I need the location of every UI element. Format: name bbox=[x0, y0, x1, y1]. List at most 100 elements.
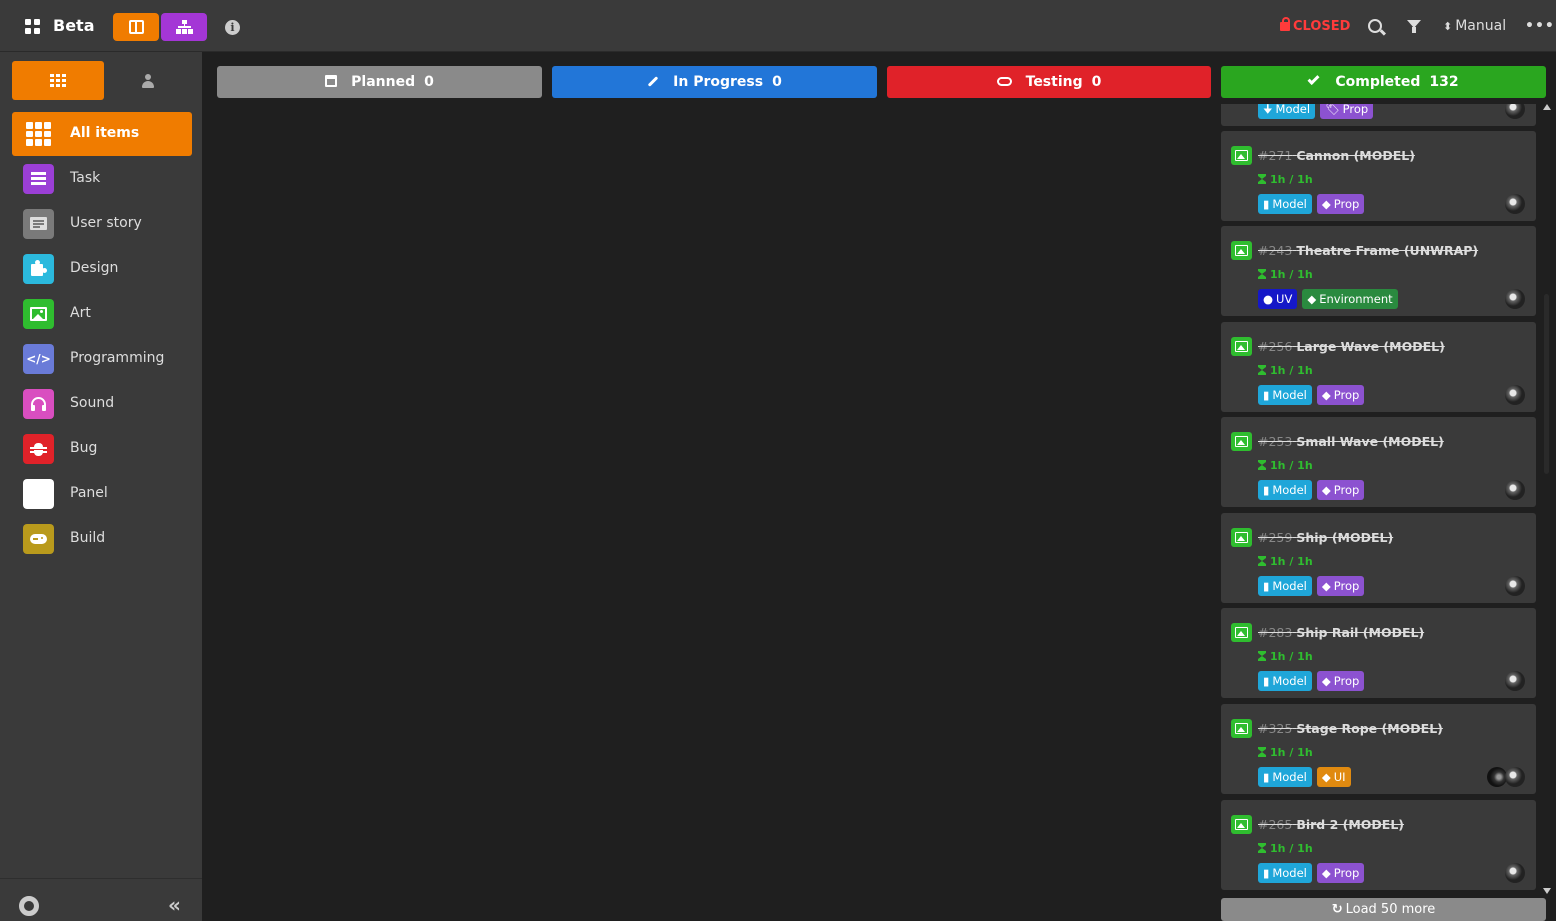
sort-dropdown[interactable]: ⬍ Manual bbox=[1443, 18, 1506, 34]
sidebar-item-label: All items bbox=[70, 125, 140, 141]
tag-prop[interactable]: ◆ Prop bbox=[1316, 480, 1365, 500]
sidebar-item-programming[interactable]: </> Programming bbox=[12, 337, 192, 381]
sidebar-item-label: Sound bbox=[70, 395, 115, 411]
tag-prop[interactable]: ◆ Prop bbox=[1316, 863, 1365, 883]
collapse-sidebar-icon[interactable]: « bbox=[168, 893, 181, 917]
column-header-planned[interactable]: Planned 0 bbox=[217, 66, 542, 98]
card-title[interactable]: #243 Theatre Frame (UNWRAP) bbox=[1258, 243, 1478, 258]
avatar[interactable] bbox=[1505, 576, 1525, 596]
avatar[interactable] bbox=[1505, 289, 1525, 309]
sidebar-item-design[interactable]: Design bbox=[12, 247, 192, 291]
avatar[interactable] bbox=[1487, 767, 1507, 787]
sidebar-item-label: Bug bbox=[70, 440, 98, 456]
tag-model[interactable]: ▮ Model bbox=[1258, 767, 1312, 787]
sidebar-item-task[interactable]: Task bbox=[12, 157, 192, 201]
column-header-testing[interactable]: Testing 0 bbox=[887, 66, 1211, 98]
tag-prop[interactable]: ◆ Prop bbox=[1316, 385, 1365, 405]
user-story-icon bbox=[23, 209, 54, 239]
time-label: 1h / 1h bbox=[1270, 842, 1313, 855]
card-title[interactable]: #256 Large Wave (MODEL) bbox=[1258, 339, 1445, 354]
all-items-tab[interactable] bbox=[12, 61, 104, 100]
tag-model[interactable]: ▮ Model bbox=[1258, 576, 1312, 596]
card-title[interactable]: #325 Stage Rope (MODEL) bbox=[1258, 721, 1443, 736]
column-scrollbar[interactable] bbox=[1542, 104, 1551, 894]
scrollbar-thumb[interactable] bbox=[1544, 294, 1549, 474]
load-more-button[interactable]: ↻ Load 50 more bbox=[1221, 898, 1546, 921]
task-card[interactable]: 🠋 Model 🏷 Prop bbox=[1221, 104, 1536, 126]
scroll-up-icon[interactable] bbox=[1543, 104, 1551, 110]
tag-ui[interactable]: ◆ UI bbox=[1316, 767, 1351, 787]
task-card[interactable]: #253 Small Wave (MODEL) 1h / 1h ▮ Model ◆ P… bbox=[1221, 417, 1536, 507]
tag-model[interactable]: ▮ Model bbox=[1258, 480, 1312, 500]
hourglass-icon bbox=[1258, 269, 1266, 279]
card-tags: ▮ Model ◆ Prop bbox=[1258, 671, 1369, 691]
sidebar-item-sound[interactable]: Sound bbox=[12, 382, 192, 426]
tag-prop[interactable]: ◆ Prop bbox=[1316, 576, 1365, 596]
board-title[interactable]: Beta bbox=[53, 16, 95, 35]
tag-model[interactable]: ▮ Model bbox=[1258, 863, 1312, 883]
art-icon bbox=[1231, 337, 1252, 356]
tag-model[interactable]: ▮ Model bbox=[1258, 671, 1312, 691]
card-title[interactable]: #259 Ship (MODEL) bbox=[1258, 530, 1393, 545]
avatar[interactable] bbox=[1505, 863, 1525, 883]
tag-environment[interactable]: ◆ Environment bbox=[1302, 289, 1398, 309]
task-card[interactable]: #243 Theatre Frame (UNWRAP) 1h / 1h ● UV ◆… bbox=[1221, 226, 1536, 316]
my-items-tab[interactable] bbox=[104, 61, 192, 100]
lock-icon bbox=[1280, 17, 1290, 31]
task-card[interactable]: #265 Bird 2 (MODEL) 1h / 1h ▮ Model ◆ Prop bbox=[1221, 800, 1536, 890]
sidebar-item-build[interactable]: Build bbox=[12, 517, 192, 561]
card-title[interactable]: #265 Bird 2 (MODEL) bbox=[1258, 817, 1404, 832]
column-label: Testing bbox=[1025, 74, 1083, 90]
avatar[interactable] bbox=[1505, 194, 1525, 214]
sidebar-item-bug[interactable]: Bug bbox=[12, 427, 192, 471]
closed-status[interactable]: CLOSED bbox=[1280, 17, 1350, 34]
scroll-down-icon[interactable] bbox=[1543, 888, 1551, 894]
task-card[interactable]: #325 Stage Rope (MODEL) 1h / 1h ▮ Model ◆ U… bbox=[1221, 704, 1536, 794]
panel-icon bbox=[23, 479, 54, 509]
time-label: 1h / 1h bbox=[1270, 268, 1313, 281]
task-card[interactable]: #256 Large Wave (MODEL) 1h / 1h ▮ Model ◆ P… bbox=[1221, 322, 1536, 412]
tag-prop[interactable]: ◆ Prop bbox=[1316, 671, 1365, 691]
tag-model[interactable]: 🠋 Model bbox=[1258, 104, 1316, 119]
avatar[interactable] bbox=[1505, 671, 1525, 691]
avatar[interactable] bbox=[1505, 104, 1525, 119]
columns-icon bbox=[129, 20, 144, 34]
card-title[interactable]: #253 Small Wave (MODEL) bbox=[1258, 434, 1444, 449]
task-card[interactable]: #259 Ship (MODEL) 1h / 1h ▮ Model ◆ Prop bbox=[1221, 513, 1536, 603]
card-title[interactable]: #271 Cannon (MODEL) bbox=[1258, 148, 1415, 163]
info-icon[interactable]: i bbox=[225, 20, 240, 35]
avatar[interactable] bbox=[1505, 480, 1525, 500]
avatar[interactable] bbox=[1505, 767, 1525, 787]
filter-icon[interactable] bbox=[1407, 20, 1421, 33]
hourglass-icon bbox=[1258, 365, 1266, 375]
card-name: Bird 2 (MODEL) bbox=[1296, 817, 1405, 832]
avatar[interactable] bbox=[1505, 385, 1525, 405]
tag-model[interactable]: ▮ Model bbox=[1258, 194, 1312, 214]
sidebar-item-art[interactable]: Art bbox=[12, 292, 192, 336]
sidebar-item-label: Build bbox=[70, 530, 106, 546]
art-icon bbox=[1231, 432, 1252, 451]
tag-label: Model bbox=[1272, 866, 1307, 880]
column-header-in-progress[interactable]: In Progress 0 bbox=[552, 66, 877, 98]
sidebar-item-all-items[interactable]: All items bbox=[12, 112, 192, 156]
column-header-completed[interactable]: Completed 132 bbox=[1221, 66, 1546, 98]
board-view-button[interactable] bbox=[113, 13, 159, 41]
task-card[interactable]: #283 Ship Rail (MODEL) 1h / 1h ▮ Model ◆ Pr… bbox=[1221, 608, 1536, 698]
sidebar-item-user-story[interactable]: User story bbox=[12, 202, 192, 246]
gear-icon[interactable] bbox=[19, 896, 39, 916]
tag-prop[interactable]: 🏷 Prop bbox=[1320, 104, 1374, 119]
sidebar-item-panel[interactable]: Panel bbox=[12, 472, 192, 516]
card-name: Large Wave (MODEL) bbox=[1296, 339, 1445, 354]
top-bar: Beta i CLOSED ⬍ Manual ••• bbox=[0, 0, 1556, 52]
grid-icon bbox=[50, 74, 66, 87]
tag-prop[interactable]: ◆ Prop bbox=[1316, 194, 1365, 214]
tag-uv[interactable]: ● UV bbox=[1258, 289, 1298, 309]
more-options-icon[interactable]: ••• bbox=[1525, 18, 1555, 34]
task-card[interactable]: #271 Cannon (MODEL) 1h / 1h ▮ Model ◆ Prop bbox=[1221, 131, 1536, 221]
tree-view-button[interactable] bbox=[161, 13, 207, 41]
card-title[interactable]: #283 Ship Rail (MODEL) bbox=[1258, 625, 1424, 640]
search-icon[interactable] bbox=[1368, 19, 1382, 33]
tag-label: Model bbox=[1275, 104, 1311, 116]
tag-model[interactable]: ▮ Model bbox=[1258, 385, 1312, 405]
boards-grid-icon[interactable] bbox=[25, 19, 40, 34]
